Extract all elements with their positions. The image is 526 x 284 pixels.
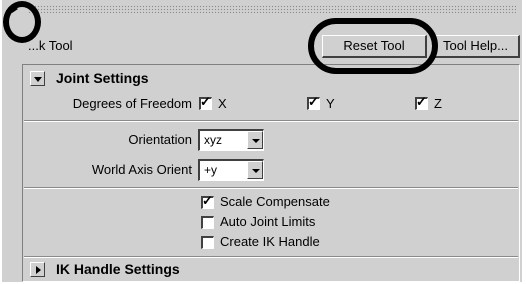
create-ik-handle-label: Create IK Handle: [220, 234, 320, 249]
auto-joint-limits-label: Auto Joint Limits: [220, 214, 316, 229]
chevron-down-icon: [252, 169, 260, 173]
scale-compensate-label: Scale Compensate: [220, 194, 330, 209]
drag-strip[interactable]: [28, 5, 516, 13]
world-axis-label: World Axis Orient: [91, 162, 192, 177]
scale-compensate-checkbox[interactable]: ✓: [201, 193, 214, 209]
orientation-value: xyz: [204, 133, 222, 147]
chevron-right-icon: [36, 266, 41, 274]
dof-y-label: Y: [326, 96, 335, 111]
checkmark-icon: ✓: [416, 94, 427, 109]
dof-x-label: X: [218, 96, 227, 111]
dropdown-button[interactable]: [247, 161, 263, 179]
orientation-select[interactable]: xyz: [198, 129, 264, 151]
orientation-label: Orientation: [128, 132, 192, 147]
dof-label: Degrees of Freedom: [72, 96, 192, 111]
tool-title: ...k Tool: [28, 38, 73, 53]
checkmark-icon: ✓: [200, 94, 211, 109]
dof-z-checkbox[interactable]: ✓: [415, 94, 428, 110]
dof-x-checkbox[interactable]: ✓: [199, 94, 212, 110]
dof-y-checkbox[interactable]: ✓: [307, 94, 320, 110]
separator: [24, 187, 518, 189]
joint-settings-toggle[interactable]: [30, 71, 45, 86]
joint-settings-title: Joint Settings: [56, 70, 149, 86]
create-ik-handle-checkbox[interactable]: [201, 236, 214, 249]
annotation-circle: [308, 18, 438, 74]
tool-help-button[interactable]: Tool Help...: [432, 35, 520, 58]
auto-joint-limits-checkbox[interactable]: [201, 216, 214, 229]
chevron-down-icon: [252, 139, 260, 143]
ik-handle-settings-title: IK Handle Settings: [56, 261, 180, 277]
separator: [24, 256, 518, 258]
dof-z-label: Z: [434, 96, 442, 111]
checkmark-icon: ✓: [202, 193, 213, 208]
chevron-down-icon: [34, 77, 42, 82]
checkmark-icon: ✓: [308, 94, 319, 109]
world-axis-value: +y: [204, 163, 218, 177]
dropdown-button[interactable]: [247, 131, 263, 149]
ik-handle-settings-toggle[interactable]: [30, 262, 45, 277]
tool-settings-panel: ...k Tool Reset Tool Tool Help... Joint …: [2, 0, 522, 282]
annotation-circle: [3, 1, 41, 43]
world-axis-select[interactable]: +y: [198, 159, 264, 181]
separator: [24, 120, 518, 122]
